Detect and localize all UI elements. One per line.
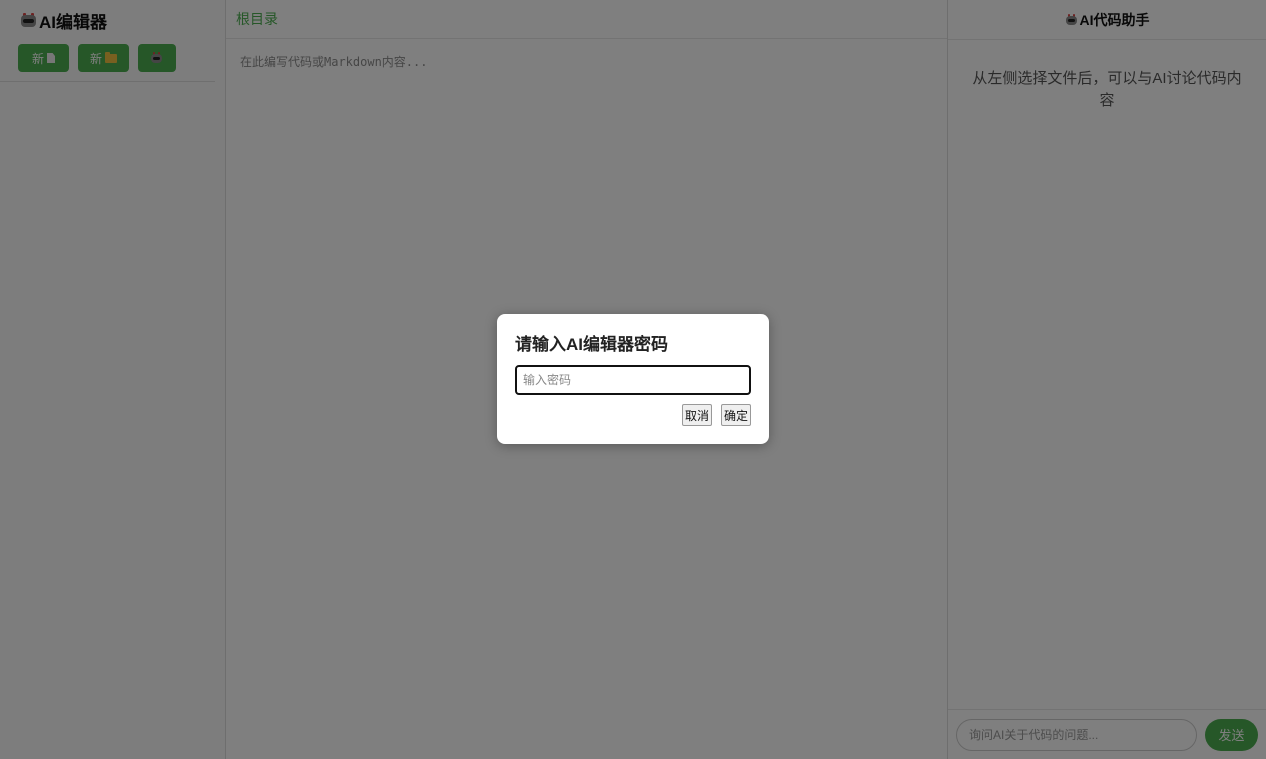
confirm-button[interactable]: 确定 bbox=[720, 404, 751, 426]
app-root: AI编辑器 新 新 根目录 bbox=[0, 0, 1266, 759]
dialog-title: 请输入AI编辑器密码 bbox=[515, 335, 668, 354]
cancel-button[interactable]: 取消 bbox=[681, 404, 712, 426]
dialog-actions: 取消 确定 bbox=[515, 404, 751, 426]
password-input[interactable] bbox=[515, 365, 751, 395]
password-dialog: 请输入AI编辑器密码 取消 确定 bbox=[497, 314, 769, 444]
